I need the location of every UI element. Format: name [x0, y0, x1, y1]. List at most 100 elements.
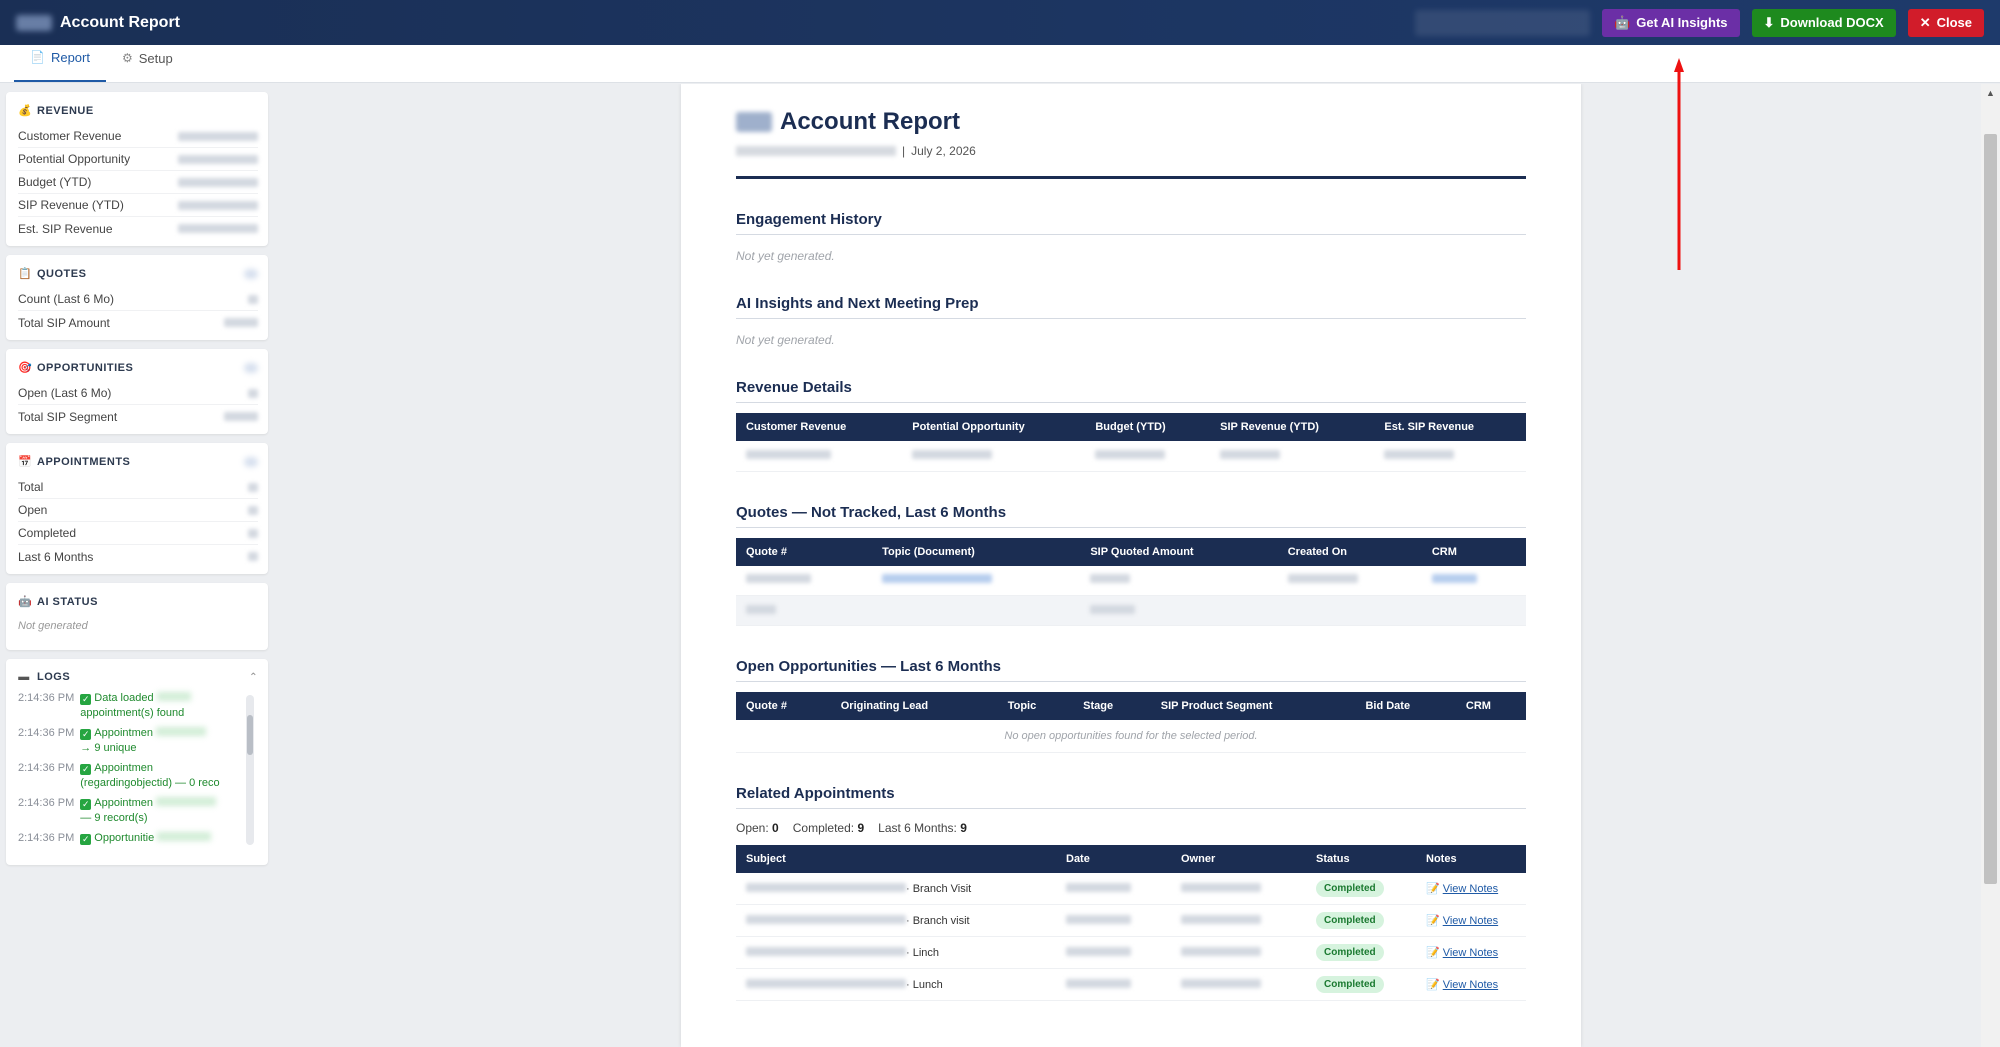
- last6-count: Last 6 Months: 9: [878, 821, 967, 835]
- table-cell[interactable]: [872, 565, 1081, 596]
- revenue-card-title: REVENUE: [37, 104, 94, 117]
- redacted-value: [178, 200, 258, 210]
- table-cell: [1171, 968, 1306, 1001]
- column-header: Quote #: [736, 692, 831, 720]
- table-cell: [872, 595, 1081, 626]
- tab-bar: 📄 Report ⚙ Setup: [0, 45, 2000, 83]
- close-button[interactable]: ✕ Close: [1907, 8, 1984, 37]
- table-row: · Branch Visit Completed 📝 View Notes: [736, 873, 1526, 905]
- opportunities-row-label: Total SIP Segment: [18, 409, 118, 424]
- appointment-subject: · Branch Visit: [906, 882, 972, 895]
- tab-report[interactable]: 📄 Report: [14, 44, 106, 82]
- redacted-value: [248, 294, 258, 304]
- column-header: Potential Opportunity: [902, 413, 1086, 441]
- table-row: · Linch Completed 📝 View Notes: [736, 936, 1526, 969]
- redacted-value: [746, 978, 906, 988]
- column-header: CRM: [1421, 537, 1526, 566]
- revenue-row: Budget (YTD): [18, 171, 258, 194]
- table-cell: Completed: [1306, 873, 1416, 905]
- redacted-value: [1384, 449, 1455, 459]
- get-ai-insights-button[interactable]: 🤖 Get AI Insights: [1602, 8, 1740, 37]
- notes-icon: 📝: [1426, 947, 1440, 959]
- appointments-card-header: 📅 APPOINTMENTS: [18, 455, 258, 468]
- column-header: Bid Date: [1355, 692, 1456, 720]
- column-header: Date: [1056, 845, 1171, 873]
- app-title: Account Report: [60, 13, 180, 31]
- redacted-value: [178, 131, 258, 141]
- appointments-card-title: APPOINTMENTS: [37, 455, 131, 468]
- table-row: [736, 565, 1526, 596]
- logs-scrollbar[interactable]: [246, 695, 254, 845]
- column-header: Originating Lead: [830, 692, 998, 720]
- money-bag-icon: 💰: [18, 105, 33, 117]
- count-pill: [244, 456, 258, 467]
- redacted-value: [248, 505, 258, 515]
- revenue-row-label: SIP Revenue (YTD): [18, 198, 124, 212]
- user-selector[interactable]: [1415, 9, 1591, 36]
- table-cell: [1085, 441, 1211, 472]
- view-notes-link[interactable]: View Notes: [1443, 979, 1498, 991]
- log-time: 2:14:36 PM: [18, 832, 75, 844]
- open-count-label: Open:: [736, 821, 769, 835]
- column-header: Status: [1306, 845, 1416, 873]
- table-cell: 📝 View Notes: [1416, 904, 1526, 937]
- ai-status-value: Not generated: [18, 620, 88, 632]
- opportunities-card-header: 🎯 OPPORTUNITIES: [18, 361, 258, 374]
- table-cell: · Linch: [736, 936, 1056, 969]
- log-text: Appointmen: [94, 762, 153, 774]
- view-notes-link[interactable]: View Notes: [1443, 883, 1498, 895]
- robot-icon: 🤖: [18, 596, 33, 608]
- scrollbar-thumb[interactable]: [1984, 134, 1997, 884]
- opportunities-heading: Open Opportunities — Last 6 Months: [736, 658, 1526, 682]
- view-notes-link[interactable]: View Notes: [1443, 947, 1498, 959]
- quotes-row-label: Count (Last 6 Mo): [18, 292, 115, 306]
- chevron-up-icon[interactable]: ⌃: [249, 672, 258, 683]
- table-cell: · Branch Visit: [736, 873, 1056, 905]
- tab-setup[interactable]: ⚙ Setup: [106, 44, 189, 82]
- column-header: Budget (YTD): [1085, 413, 1211, 441]
- log-entry: 2:14:36 PM ✓ Appointmen — 9 record(s): [18, 796, 238, 826]
- table-cell[interactable]: [1421, 565, 1526, 596]
- notes-icon: 📝: [1426, 883, 1440, 895]
- redacted-value: [1066, 978, 1131, 988]
- view-notes-link[interactable]: View Notes: [1443, 915, 1498, 927]
- redacted-link[interactable]: [882, 574, 993, 584]
- column-header: Customer Revenue: [736, 413, 903, 441]
- redacted-value: [178, 154, 258, 164]
- download-arrow-icon: ⬇: [1763, 14, 1775, 30]
- table-cell: [736, 595, 873, 626]
- crm-link[interactable]: [1431, 574, 1477, 584]
- completed-count-label: Completed:: [792, 821, 855, 835]
- page-scrollbar[interactable]: ▲: [1981, 84, 2000, 1047]
- header-actions: 🤖 Get AI Insights ⬇ Download DOCX ✕ Clos…: [1415, 8, 1984, 37]
- table-cell: [1080, 565, 1278, 596]
- quotes-row: Total SIP Amount: [18, 311, 258, 334]
- redacted-value: [224, 318, 258, 327]
- table-cell: [1210, 441, 1375, 472]
- report-date: July 2, 2026: [911, 144, 976, 158]
- ai-status-card: 🤖 AI STATUS Not generated: [6, 583, 268, 650]
- scroll-up-arrow-icon[interactable]: ▲: [1981, 88, 2000, 98]
- download-docx-button[interactable]: ⬇ Download DOCX: [1751, 8, 1896, 37]
- column-header: CRM: [1455, 692, 1526, 720]
- redacted-value: [178, 177, 258, 187]
- status-badge: Completed: [1316, 976, 1384, 993]
- quotes-row: Count (Last 6 Mo): [18, 288, 258, 311]
- table-cell: [1374, 441, 1526, 472]
- log-time: 2:14:36 PM: [18, 727, 75, 739]
- log-text: Appointmen: [94, 727, 153, 739]
- date-separator: |: [902, 144, 906, 158]
- redacted-value: [1181, 914, 1261, 924]
- quotes-card: 📋 QUOTES Count (Last 6 Mo) Total SIP Amo…: [6, 255, 268, 340]
- logs-card-header[interactable]: ▬ LOGS ⌃: [18, 671, 258, 683]
- redacted-value: [248, 388, 258, 398]
- revenue-row-label: Potential Opportunity: [18, 152, 131, 166]
- redacted-value: [248, 528, 258, 538]
- column-header: SIP Quoted Amount: [1080, 537, 1278, 566]
- redacted-value: [248, 552, 258, 561]
- log-text-cont: → 9 unique: [80, 742, 137, 754]
- appointments-row-label: Last 6 Months: [18, 549, 94, 564]
- report-title: Account Report: [736, 108, 1526, 136]
- tab-report-label: Report: [50, 49, 90, 65]
- table-cell: [1171, 936, 1306, 969]
